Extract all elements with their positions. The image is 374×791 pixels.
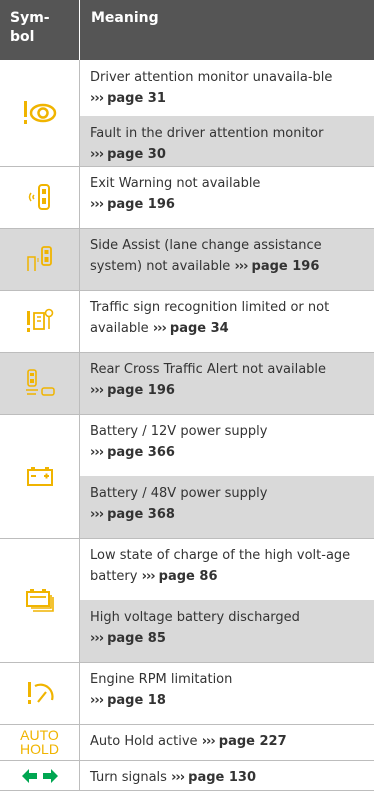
table-row: Low state of charge of the high volt-age…: [80, 538, 374, 600]
table-row: Driver attention monitor unavaila-ble ››…: [80, 60, 374, 116]
row-text: Low state of charge of the high volt-age…: [90, 548, 351, 584]
table-row: Traffic sign recognition limited or not …: [80, 290, 374, 352]
row-text: Exit Warning not available: [90, 176, 261, 191]
row-divider: [0, 352, 374, 353]
table-row: Turn signals ››› page 130: [80, 760, 374, 791]
table-row: Exit Warning not available ››› page 196: [80, 166, 374, 228]
rear-cross-traffic-icon: [25, 369, 55, 396]
table-row: High voltage battery discharged ››› page …: [80, 600, 374, 662]
symbol-cell-exit-warning: [0, 166, 79, 228]
header-symbol: Sym- bol: [10, 10, 50, 45]
column-divider: [79, 60, 80, 791]
page-ref[interactable]: page 130: [188, 770, 256, 785]
symbol-cell-auto-hold: AUTO HOLD: [0, 724, 79, 760]
turn-signals-icon: [21, 768, 58, 783]
row-divider: [0, 538, 374, 539]
table-row: Battery / 12V power supply ››› page 366: [80, 414, 374, 476]
symbol-cell-side-assist: [0, 228, 79, 290]
page-ref[interactable]: page 227: [219, 734, 287, 749]
row-text: Battery / 48V power supply: [90, 486, 268, 501]
rpm-limit-icon: [27, 682, 54, 704]
symbol-cell-turn-signals: [0, 760, 79, 791]
row-divider: [0, 662, 374, 663]
symbol-cell-traffic-sign: [0, 290, 79, 352]
page-ref[interactable]: page 31: [107, 91, 166, 106]
row-text: Engine RPM limitation: [90, 672, 233, 687]
row-text: Battery / 12V power supply: [90, 424, 268, 439]
page-ref[interactable]: page 34: [170, 321, 229, 336]
exit-warning-icon: [28, 184, 50, 210]
row-divider: [0, 228, 374, 229]
header-separator: [79, 0, 80, 60]
side-assist-icon: [26, 246, 52, 271]
row-divider: [0, 414, 374, 415]
page-ref[interactable]: page 86: [159, 569, 218, 584]
page-ref[interactable]: page 196: [107, 197, 175, 212]
row-text: Rear Cross Traffic Alert not available: [90, 362, 327, 377]
row-divider: [0, 166, 374, 167]
page-ref[interactable]: page 30: [107, 147, 166, 162]
traffic-sign-icon: [26, 308, 53, 332]
symbol-cell-high-voltage-battery: [0, 538, 79, 662]
page-ref[interactable]: page 18: [107, 693, 166, 708]
page-ref[interactable]: page 366: [107, 445, 175, 460]
row-divider: [0, 290, 374, 291]
high-voltage-battery-icon: [25, 589, 54, 612]
table-row: Side Assist (lane change assistance syst…: [80, 228, 374, 290]
table-row: Fault in the driver attention monitor ››…: [80, 116, 374, 166]
row-divider: [0, 724, 374, 725]
symbol-cell-battery: [0, 414, 79, 538]
page-ref[interactable]: page 196: [252, 259, 320, 274]
header-meaning: Meaning: [91, 10, 159, 26]
row-text: Turn signals: [90, 770, 167, 785]
symbol-cell-driver-attention: [0, 60, 79, 166]
auto-hold-icon: AUTO HOLD: [20, 727, 59, 757]
row-text: Auto Hold active: [90, 734, 198, 749]
page-ref[interactable]: page 368: [107, 507, 175, 522]
symbol-cell-rpm-limit: [0, 662, 79, 724]
row-text: High voltage battery discharged: [90, 610, 300, 625]
symbol-cell-rear-cross-traffic: [0, 352, 79, 414]
table-row: Rear Cross Traffic Alert not available ›…: [80, 352, 374, 414]
table-row: Battery / 48V power supply ››› page 368: [80, 476, 374, 538]
row-text: Driver attention monitor unavaila-ble: [90, 70, 333, 85]
row-text: Fault in the driver attention monitor: [90, 126, 324, 141]
page-ref[interactable]: page 196: [107, 383, 175, 398]
table-header: Sym- bol Meaning: [0, 0, 374, 60]
table-row: Engine RPM limitation ››› page 18: [80, 662, 374, 724]
battery-icon: [26, 467, 53, 486]
driver-attention-icon: [23, 101, 56, 124]
table-row: Auto Hold active ››› page 227: [80, 724, 374, 760]
row-divider: [0, 760, 374, 761]
page-ref[interactable]: page 85: [107, 631, 166, 646]
